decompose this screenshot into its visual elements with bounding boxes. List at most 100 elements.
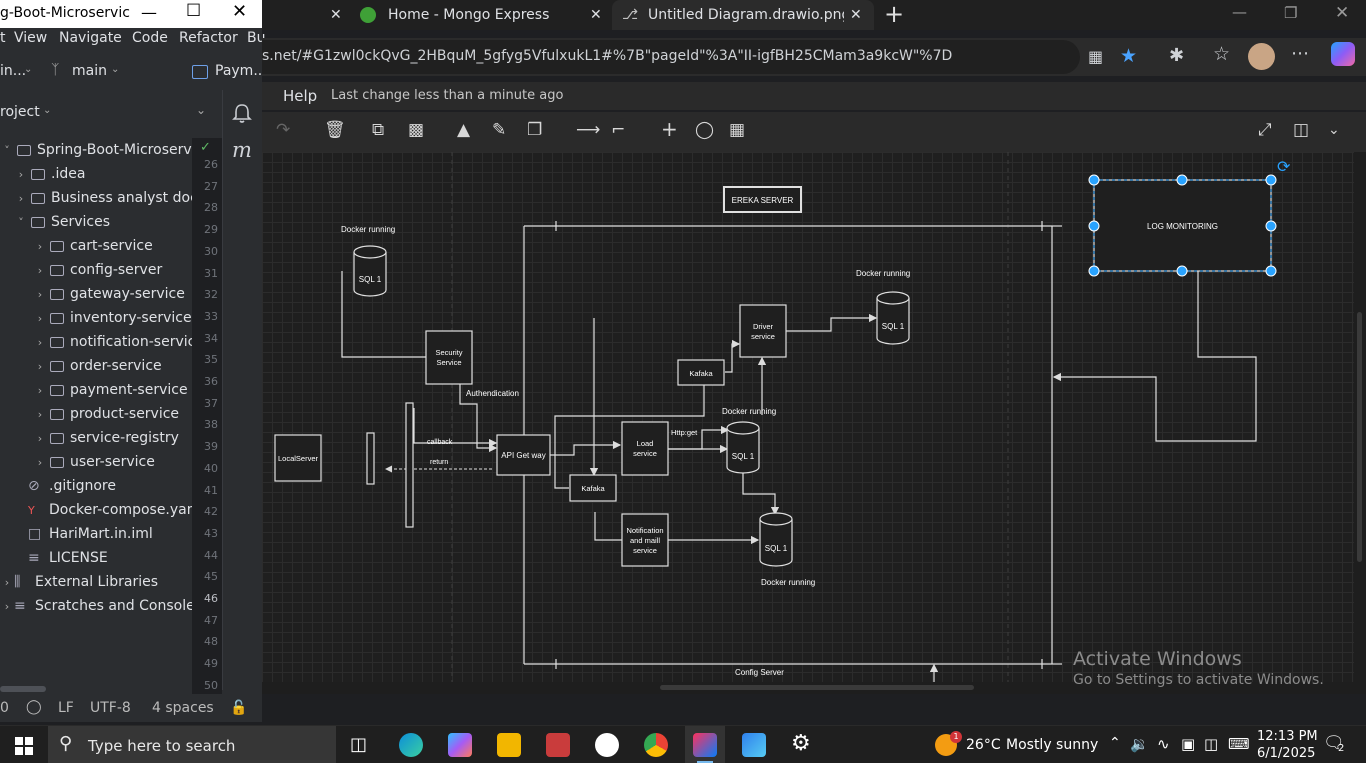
display-icon[interactable]: ◫	[1204, 735, 1218, 753]
local-server-box[interactable]: LocalServer	[274, 434, 322, 482]
chevron-right-icon[interactable]: ›	[33, 240, 47, 253]
sql-db-driver[interactable]: SQL 1	[876, 291, 910, 345]
chatgpt-icon[interactable]	[595, 733, 619, 757]
canvas-vertical-scrollbar[interactable]	[1354, 152, 1366, 682]
api-gateway-box[interactable]: API Get way	[496, 434, 551, 476]
kafka-box[interactable]: Kafaka	[569, 474, 617, 502]
copilot-app-icon[interactable]	[448, 733, 472, 757]
tree-item[interactable]: › config-server	[33, 258, 162, 282]
chevron-right-icon[interactable]: ›	[33, 456, 47, 469]
format-panel-icon[interactable]: ◫	[1293, 120, 1309, 140]
menu-item-view[interactable]: View	[14, 30, 47, 46]
edge-icon[interactable]	[399, 733, 423, 757]
close-tab-icon[interactable]: ✕	[850, 7, 862, 23]
address-bar[interactable]: s.net/#G1zwl0ckQvG_2HBquM_5gfyg5VfulxukL…	[262, 40, 1137, 74]
menu-item-help[interactable]: Help	[283, 87, 317, 105]
speaker-icon[interactable]: 🔉	[1130, 735, 1149, 753]
weather-temp[interactable]: 26°C	[966, 737, 1001, 753]
profile-avatar[interactable]	[1248, 43, 1275, 70]
shapes-icon[interactable]: ◯	[695, 120, 714, 140]
panel-options-icon[interactable]: ⌄	[196, 103, 206, 117]
rotate-handle-icon[interactable]: ⟳	[1277, 159, 1291, 176]
fill-color-icon[interactable]: ▲	[457, 120, 470, 140]
log-connector[interactable]	[1052, 271, 1257, 442]
taskbar-search-box[interactable]: ⚲ Type here to search	[48, 726, 336, 763]
delete-icon[interactable]: 🗑	[324, 120, 346, 140]
sql-db-top[interactable]: SQL 1	[353, 245, 387, 297]
settings-gear-icon[interactable]: ⚙	[791, 731, 811, 756]
browser-tab[interactable]: Home - Mongo Express ✕	[352, 0, 612, 30]
tree-item[interactable]: ⊘ .gitignore	[14, 474, 116, 498]
tree-item[interactable]: Y Docker-compose.yam	[14, 498, 192, 522]
redo-icon[interactable]: ↷	[276, 120, 290, 140]
minimize-icon[interactable]: —	[141, 3, 157, 22]
lock-icon[interactable]: 🔓	[230, 700, 247, 716]
run-config-widget[interactable]: Paym...	[215, 63, 267, 79]
last-change-status[interactable]: Last change less than a minute ago	[331, 88, 563, 103]
table-icon[interactable]: ▦	[729, 120, 745, 140]
tree-item[interactable]: › inventory-service	[33, 306, 192, 330]
security-service-box[interactable]: Security Service	[425, 330, 473, 385]
extensions-icon[interactable]: ✱	[1169, 45, 1184, 66]
tree-item[interactable]: › Business analyst docu	[14, 186, 192, 210]
store-icon[interactable]	[546, 733, 570, 757]
photos-icon[interactable]	[742, 733, 766, 757]
connection-icon[interactable]: ⟶	[576, 120, 600, 140]
menu-item-navigate[interactable]: Navigate	[59, 30, 122, 46]
meet-now-icon[interactable]: ▣	[1181, 735, 1195, 753]
chevron-right-icon[interactable]: ›	[33, 288, 47, 301]
url-text[interactable]: s.net/#G1zwl0ckQvG_2HBquM_5gfyg5VfulxukL…	[262, 48, 952, 64]
sql-db-notification[interactable]: SQL 1	[759, 512, 793, 567]
status-encoding[interactable]: UTF-8	[90, 700, 131, 716]
browser-tab[interactable]: ✕	[262, 0, 352, 30]
restore-icon[interactable]: ❐	[1284, 4, 1297, 22]
maximize-icon[interactable]: ☐	[186, 1, 201, 21]
chevron-down-icon[interactable]: ˅	[14, 216, 28, 229]
lifeline-bar[interactable]	[405, 402, 414, 528]
drawio-canvas[interactable]: EREKA SERVER LOG MONITORING ⟳ Docker run…	[262, 152, 1354, 682]
chevron-right-icon[interactable]: ›	[33, 432, 47, 445]
to-front-icon[interactable]: ⧉	[372, 120, 384, 140]
menu-item-refactor[interactable]: Refactor	[179, 30, 238, 46]
driver-service-box[interactable]: Driver service	[739, 304, 787, 358]
task-view-icon[interactable]: ◫	[350, 734, 367, 755]
new-tab-icon[interactable]: +	[884, 0, 904, 28]
chevron-right-icon[interactable]: ›	[33, 312, 47, 325]
chevron-right-icon[interactable]: ›	[33, 264, 47, 277]
tree-item[interactable]: › service-registry	[33, 426, 179, 450]
weather-desc[interactable]: Mostly sunny	[1006, 737, 1098, 753]
collapse-icon[interactable]: ⌄	[1328, 122, 1340, 138]
tray-chevron-icon[interactable]: ⌃	[1109, 735, 1121, 751]
git-branch-widget[interactable]: main	[72, 63, 107, 79]
notifications-icon[interactable]	[232, 102, 252, 124]
vcs-icon[interactable]: ◯	[26, 699, 42, 715]
clock-time[interactable]: 12:13 PM	[1257, 729, 1318, 744]
tree-item[interactable]: › .idea	[14, 162, 86, 186]
tree-item[interactable]: ˅ Services	[14, 210, 110, 234]
tree-item[interactable]: › ≡ Scratches and Consoles	[0, 594, 192, 618]
project-widget[interactable]: in...	[0, 63, 26, 79]
tree-item[interactable]: › user-service	[33, 450, 155, 474]
status-line-separator[interactable]: LF	[58, 700, 74, 716]
insert-icon[interactable]: +	[661, 117, 678, 141]
tree-item[interactable]: › payment-service	[33, 378, 188, 402]
tree-item[interactable]: □ HariMart.in.iml	[14, 522, 153, 546]
minimize-icon[interactable]: —	[1232, 3, 1247, 21]
close-tab-icon[interactable]: ✕	[330, 7, 342, 23]
to-back-icon[interactable]: ▩	[408, 120, 424, 140]
menu-item-edit[interactable]: t	[0, 30, 6, 46]
chevron-right-icon[interactable]: ›	[33, 408, 47, 421]
chevron-down-icon[interactable]: ˅	[0, 144, 14, 157]
tree-item[interactable]: › order-service	[33, 354, 162, 378]
close-icon[interactable]: ✕	[232, 1, 247, 22]
tree-item[interactable]: › product-service	[33, 402, 179, 426]
chevron-right-icon[interactable]: ›	[14, 168, 28, 181]
lifeline-bar[interactable]	[366, 432, 375, 485]
fullscreen-icon[interactable]: ⤢	[1258, 120, 1272, 140]
wifi-icon[interactable]: ∿	[1157, 735, 1170, 753]
windows-start-icon[interactable]	[15, 737, 33, 755]
tree-item[interactable]: › gateway-service	[33, 282, 185, 306]
notification-service-box[interactable]: Notification and maill service	[621, 513, 669, 567]
maven-icon[interactable]: m	[232, 138, 252, 162]
app-available-icon[interactable]: ▦	[1088, 47, 1103, 66]
